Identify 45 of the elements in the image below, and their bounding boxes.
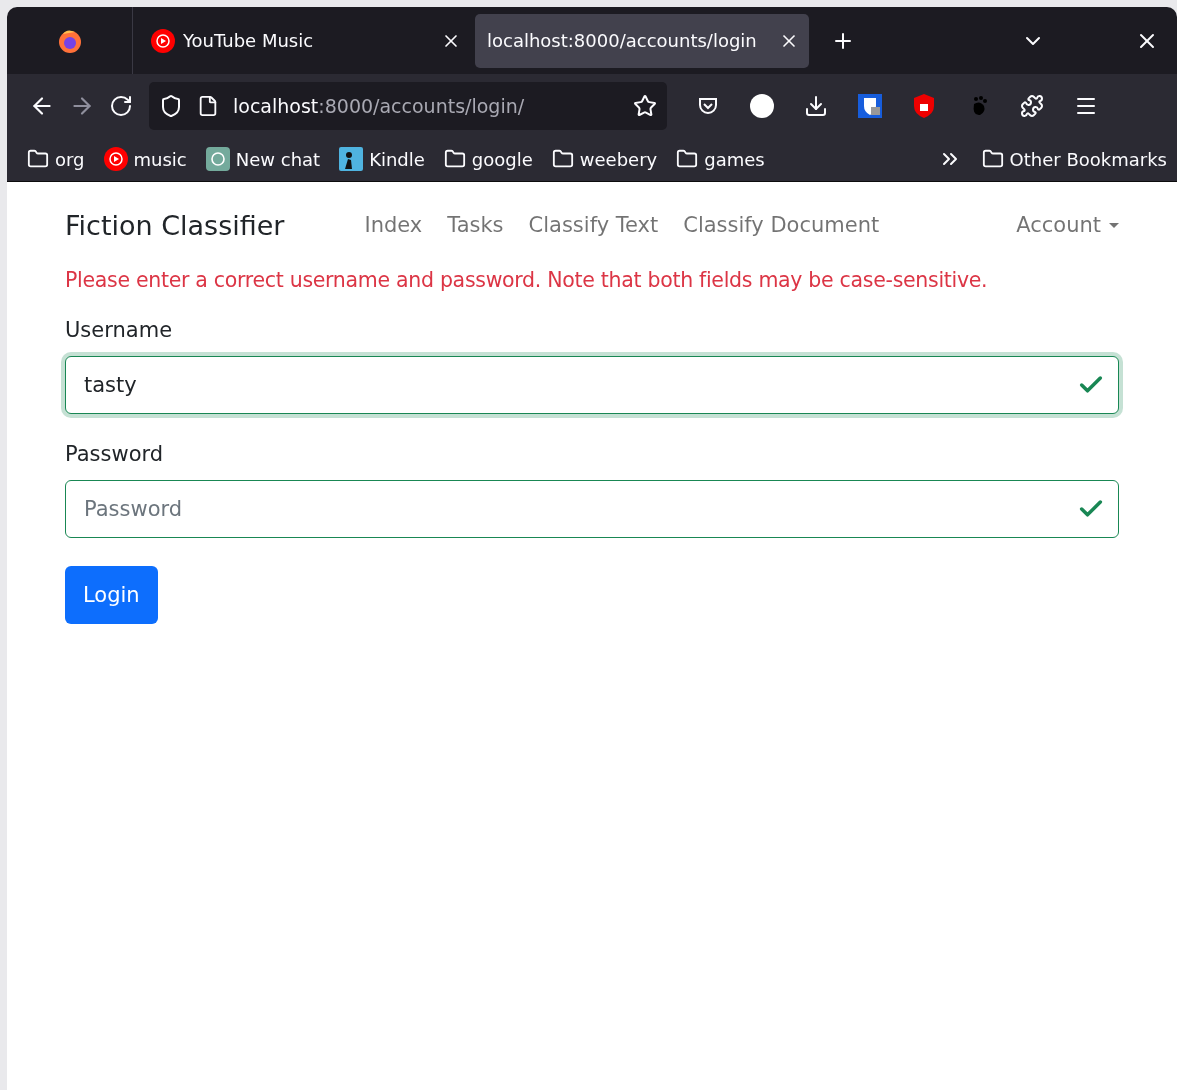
nav-link[interactable]: Classify Document: [683, 213, 880, 237]
input-field[interactable]: Password: [65, 480, 1119, 538]
play-icon: [151, 28, 175, 53]
folder-icon: [676, 148, 699, 170]
circle-icon[interactable]: [749, 92, 775, 119]
bookmark[interactable]: games: [704, 148, 765, 170]
bookmark[interactable]: google: [471, 148, 533, 170]
bookmark[interactable]: music: [133, 148, 187, 170]
error-message: Please enter a correct username and password. Note that both fields may be case-sensitive.: [65, 268, 989, 292]
bookmark[interactable]: Other Bookmarks: [1009, 148, 1167, 170]
reader-icon: [339, 147, 364, 171]
bookmark[interactable]: org: [55, 148, 85, 170]
bookmark[interactable]: Kindle: [369, 148, 425, 170]
caret-icon: [1109, 222, 1119, 228]
tab-title: localhost:8000/accounts/login: [487, 30, 758, 51]
bookmark[interactable]: New chat: [235, 148, 321, 170]
nav-link[interactable]: Classify Text: [528, 213, 659, 237]
shield-icon[interactable]: [159, 93, 183, 118]
account-dropdown[interactable]: Account: [1016, 213, 1119, 237]
folder-icon: [27, 148, 49, 170]
nav-link[interactable]: Index: [364, 213, 423, 237]
url-host: localhost: [233, 94, 319, 117]
browser-logo-icon[interactable]: [56, 27, 83, 54]
star-icon[interactable]: [633, 93, 657, 118]
page-icon[interactable]: [197, 94, 219, 117]
bookmark[interactable]: weebery: [579, 148, 658, 170]
extensions-icon[interactable]: [1020, 93, 1044, 118]
input-field[interactable]: tasty: [65, 356, 1119, 414]
play-icon: [103, 147, 128, 171]
browser-tab[interactable]: YouTube Music: [149, 13, 471, 68]
browser-tab[interactable]: localhost:8000/accounts/login: [475, 13, 809, 68]
login-button[interactable]: Login: [65, 566, 158, 624]
folder-icon: [981, 148, 1004, 170]
chat-logo-icon: [205, 147, 230, 171]
address-bar[interactable]: localhost:8000/accounts/login/: [149, 81, 667, 130]
reload-icon[interactable]: [109, 93, 133, 118]
tab-title: YouTube Music: [183, 30, 315, 51]
folder-icon: [443, 148, 466, 170]
field-label: Password: [65, 442, 165, 466]
field-label: Username: [65, 318, 174, 342]
download-icon[interactable]: [804, 93, 828, 118]
folder-icon: [551, 148, 574, 170]
nav-link[interactable]: Tasks: [447, 213, 504, 237]
brand[interactable]: Fiction Classifier: [65, 209, 285, 241]
url-path: :8000/accounts/login/: [318, 94, 526, 117]
